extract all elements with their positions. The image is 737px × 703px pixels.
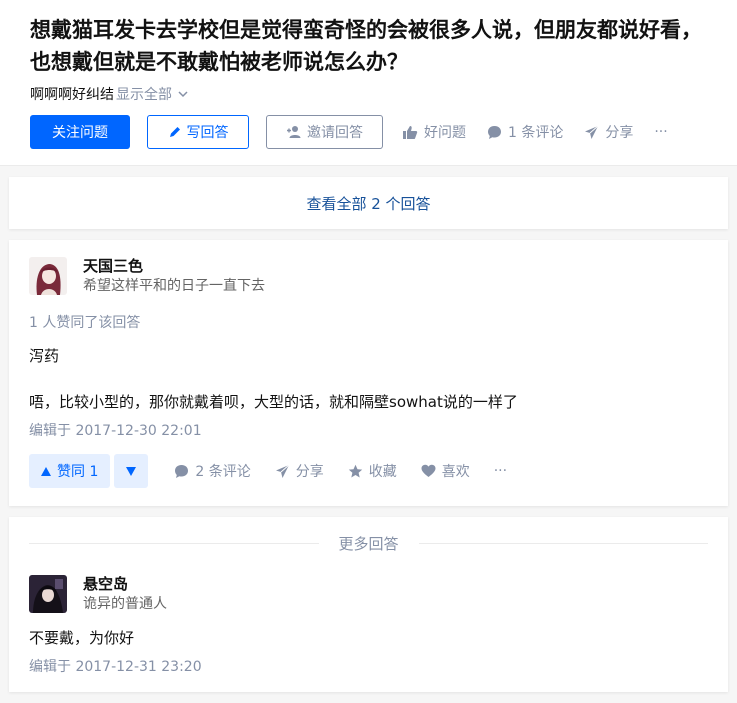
- answer-paragraph: 不要戴，为你好: [29, 629, 135, 647]
- pencil-icon: [169, 127, 180, 137]
- edit-time[interactable]: 编辑于 2017-12-30 22:01: [29, 420, 708, 440]
- question-share-button[interactable]: 分享: [584, 122, 633, 142]
- write-answer-label: 写回答: [186, 125, 229, 141]
- comment-icon: [175, 464, 189, 478]
- paper-plane-icon: [275, 464, 290, 478]
- answer-more-button[interactable]: ···: [494, 463, 507, 479]
- author-bio: 希望这样平和的日子一直下去: [83, 278, 265, 294]
- question-comments-button[interactable]: 1 条评论: [487, 122, 563, 142]
- answer-collect-button[interactable]: 收藏: [348, 461, 397, 481]
- star-icon: [348, 464, 362, 477]
- vote-up-button[interactable]: 赞同 1: [29, 454, 111, 488]
- more-answers-label: 更多回答: [338, 535, 399, 553]
- invite-answer-button[interactable]: 邀请回答: [266, 115, 383, 149]
- question-share-label: 分享: [605, 125, 634, 141]
- divider-line: [29, 543, 319, 544]
- comment-icon: [488, 125, 501, 139]
- question-detail: 啊啊啊好纠结: [30, 87, 114, 103]
- author-info: 天国三色 希望这样平和的日子一直下去: [83, 256, 265, 296]
- write-answer-button[interactable]: 写回答: [147, 115, 249, 149]
- good-question-label: 好问题: [424, 125, 466, 141]
- thumbs-up-icon: [403, 125, 418, 139]
- more-icon: ···: [654, 124, 668, 140]
- show-all-button[interactable]: 显示全部: [116, 84, 190, 104]
- author-name[interactable]: 悬空岛: [83, 574, 167, 594]
- vote-down-button[interactable]: [114, 454, 149, 488]
- avatar-image: [29, 257, 67, 295]
- good-question-button[interactable]: 好问题: [402, 122, 466, 142]
- answer-author: 悬空岛 诡异的普通人: [29, 574, 708, 614]
- vote-up-label: 赞同 1: [57, 464, 99, 480]
- triangle-down-icon: [126, 466, 137, 476]
- question-more-button[interactable]: ···: [654, 124, 667, 140]
- answer-collect-label: 收藏: [368, 464, 397, 480]
- avatar[interactable]: [29, 575, 67, 613]
- more-answers-card: 更多回答 悬空岛 诡异的普通人 不要戴，为你好 编辑于 2017-12-31 2…: [9, 517, 728, 692]
- answer-paragraph: 唔，比较小型的，那你就戴着呗，大型的话，就和隔壁sowhat说的一样了: [29, 393, 518, 411]
- answer-content: 不要戴，为你好: [29, 626, 708, 650]
- show-all-label: 显示全部: [116, 87, 172, 103]
- chevron-down-icon: [178, 91, 188, 98]
- add-user-icon: [287, 126, 301, 138]
- view-all-answers-button[interactable]: 查看全部 2 个回答: [9, 177, 728, 229]
- question-header: 想戴猫耳发卡去学校但是觉得蛮奇怪的会被很多人说，但朋友都说好看，也想戴但就是不敢…: [0, 0, 737, 166]
- heart-icon: [421, 464, 436, 477]
- answer-actions: 赞同 1 2 条评论 分享 收藏 喜欢 ···: [29, 454, 708, 488]
- answer-share-label: 分享: [295, 464, 324, 480]
- question-comments-label: 1 条评论: [508, 125, 564, 141]
- author-name[interactable]: 天国三色: [83, 256, 265, 276]
- triangle-up-icon: [41, 466, 51, 476]
- more-icon: ···: [493, 463, 508, 479]
- invite-answer-label: 邀请回答: [307, 125, 363, 141]
- answer-comments-label: 2 条评论: [195, 464, 251, 480]
- more-answers-divider: 更多回答: [29, 533, 709, 554]
- avatar-image: [29, 575, 67, 613]
- author-bio: 诡异的普通人: [83, 596, 167, 612]
- avatar[interactable]: [29, 257, 67, 295]
- divider-line: [418, 543, 709, 544]
- question-title: 想戴猫耳发卡去学校但是觉得蛮奇怪的会被很多人说，但朋友都说好看，也想戴但就是不敢…: [30, 18, 702, 74]
- answer-like-button[interactable]: 喜欢: [421, 461, 470, 481]
- answer-paragraph: 泻药: [29, 347, 60, 365]
- author-info: 悬空岛 诡异的普通人: [83, 574, 167, 614]
- answer-author: 天国三色 希望这样平和的日子一直下去: [29, 256, 708, 296]
- answer-comments-button[interactable]: 2 条评论: [174, 461, 251, 481]
- question-actions: 关注问题 写回答 邀请回答 好问题 1 条评论 分享 ···: [30, 115, 715, 149]
- answer-like-label: 喜欢: [441, 464, 470, 480]
- edit-time[interactable]: 编辑于 2017-12-31 23:20: [29, 656, 708, 676]
- follow-question-button[interactable]: 关注问题: [30, 115, 130, 149]
- answer-share-button[interactable]: 分享: [275, 461, 324, 481]
- follow-question-label: 关注问题: [52, 125, 108, 141]
- question-meta: 啊啊啊好纠结 显示全部: [30, 84, 715, 104]
- answer-content: 泻药 唔，比较小型的，那你就戴着呗，大型的话，就和隔壁sowhat说的一样了: [29, 344, 708, 414]
- voters-count: 1 人赞同了该回答: [29, 315, 141, 331]
- paper-plane-icon: [585, 125, 599, 139]
- answer-card: 天国三色 希望这样平和的日子一直下去 1 人赞同了该回答 泻药 唔，比较小型的，…: [9, 240, 728, 506]
- view-all-answers-label: 查看全部 2 个回答: [306, 194, 431, 213]
